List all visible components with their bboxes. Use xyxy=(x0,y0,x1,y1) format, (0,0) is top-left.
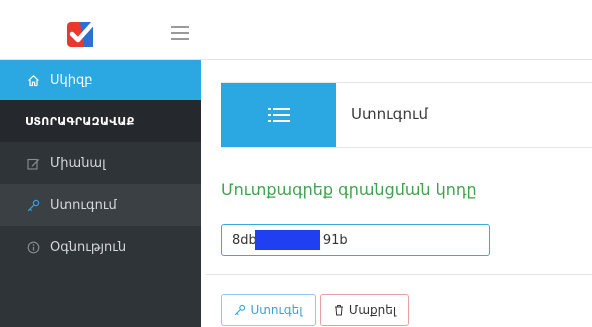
sidebar-item-help[interactable]: Օգնություն xyxy=(0,226,201,268)
sidebar-item-check[interactable]: Ստուգում xyxy=(0,184,201,226)
list-icon xyxy=(221,83,336,147)
key-icon xyxy=(26,198,40,212)
check-button-label: Ստուգել xyxy=(250,303,303,317)
redaction-block xyxy=(255,230,320,250)
check-button[interactable]: Ստուգել xyxy=(221,294,316,326)
top-bar xyxy=(0,0,592,60)
home-icon xyxy=(26,73,40,87)
form-label: Մուտքագրեք գրանցման կոդը xyxy=(221,180,477,199)
key-icon xyxy=(234,304,246,316)
sidebar-item-join[interactable]: Միանալ xyxy=(0,142,201,184)
sidebar-heading-label: ՍՏՈՐԱԳՐԱԶԱՎԱՔ xyxy=(25,114,135,128)
clear-button[interactable]: Մաքրել xyxy=(320,294,409,326)
sidebar-item-home[interactable]: Սկիզբ xyxy=(0,60,201,100)
sidebar-item-label: Ստուգում xyxy=(50,197,117,213)
clear-button-label: Մաքրել xyxy=(348,303,397,317)
page-header: Ստուգում xyxy=(221,82,592,148)
sidebar-section-heading: ՍՏՈՐԱԳՐԱԶԱՎԱՔ xyxy=(0,100,201,142)
divider xyxy=(206,274,592,275)
sidebar-item-label: Միանալ xyxy=(50,155,106,171)
checkmark-logo-icon[interactable] xyxy=(66,19,97,48)
hamburger-icon[interactable] xyxy=(171,26,189,40)
sidebar: Սկիզբ ՍՏՈՐԱԳՐԱԶԱՎԱՔ Միանալ Ստուգում Օգնո… xyxy=(0,60,201,327)
trash-icon xyxy=(333,304,345,316)
sidebar-item-label: Օգնություն xyxy=(50,239,127,255)
app-window: Սկիզբ ՍՏՈՐԱԳՐԱԶԱՎԱՔ Միանալ Ստուգում Օգնո… xyxy=(0,0,592,327)
page-title: Ստուգում xyxy=(351,105,429,123)
edit-icon xyxy=(26,156,40,170)
info-icon xyxy=(26,240,40,254)
sidebar-item-label: Սկիզբ xyxy=(50,72,93,88)
